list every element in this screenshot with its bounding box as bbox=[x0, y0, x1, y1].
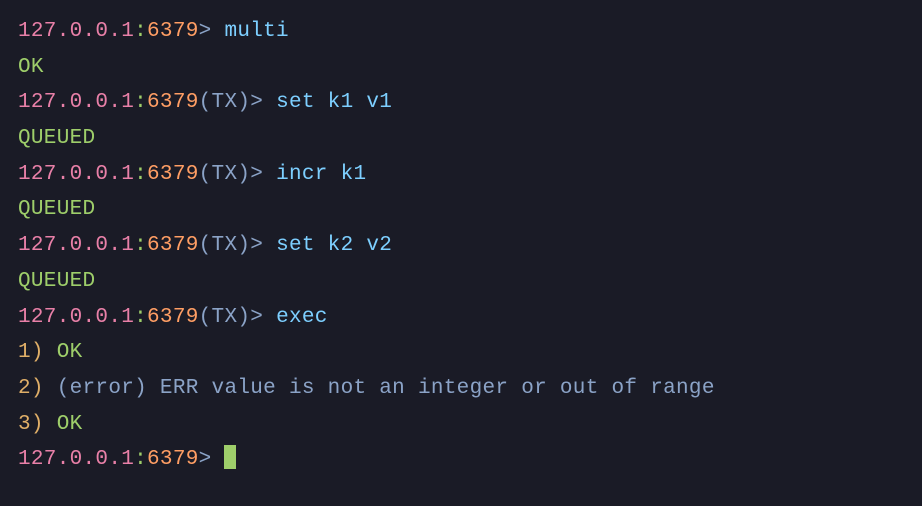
prompt-colon: : bbox=[134, 163, 147, 186]
command-set-k2: set k2 v2 bbox=[276, 234, 392, 257]
result-index-3: 3) bbox=[18, 413, 44, 436]
cursor-block-icon[interactable] bbox=[224, 445, 236, 469]
prompt-host: 127.0.0.1 bbox=[18, 20, 134, 43]
prompt-port: 6379 bbox=[147, 163, 199, 186]
prompt-port: 6379 bbox=[147, 234, 199, 257]
terminal-line-9: 127.0.0.1:6379(TX)> exec bbox=[18, 300, 904, 336]
response-queued: QUEUED bbox=[18, 198, 95, 221]
prompt-host: 127.0.0.1 bbox=[18, 306, 134, 329]
prompt-colon: : bbox=[134, 234, 147, 257]
terminal-line-10: 1) OK bbox=[18, 335, 904, 371]
prompt-gt: > bbox=[199, 448, 212, 471]
response-queued: QUEUED bbox=[18, 127, 95, 150]
prompt-colon: : bbox=[134, 91, 147, 114]
result-value-3: OK bbox=[57, 413, 83, 436]
prompt-tx: (TX) bbox=[199, 163, 251, 186]
prompt-tx: (TX) bbox=[199, 234, 251, 257]
prompt-port: 6379 bbox=[147, 20, 199, 43]
prompt-colon: : bbox=[134, 306, 147, 329]
result-index-2: 2) bbox=[18, 377, 44, 400]
terminal-line-11: 2) (error) ERR value is not an integer o… bbox=[18, 371, 904, 407]
prompt-gt: > bbox=[250, 306, 263, 329]
prompt-port: 6379 bbox=[147, 91, 199, 114]
response-queued: QUEUED bbox=[18, 270, 95, 293]
command-set-k1: set k1 v1 bbox=[276, 91, 392, 114]
prompt-gt: > bbox=[250, 163, 263, 186]
prompt-host: 127.0.0.1 bbox=[18, 448, 134, 471]
terminal-line-3: 127.0.0.1:6379(TX)> set k1 v1 bbox=[18, 85, 904, 121]
terminal-line-12: 3) OK bbox=[18, 407, 904, 443]
result-index-1: 1) bbox=[18, 341, 44, 364]
result-value-2-error: (error) ERR value is not an integer or o… bbox=[57, 377, 715, 400]
prompt-host: 127.0.0.1 bbox=[18, 234, 134, 257]
prompt-tx: (TX) bbox=[199, 91, 251, 114]
prompt-gt: > bbox=[250, 91, 263, 114]
command-incr-k1: incr k1 bbox=[276, 163, 366, 186]
terminal-line-2: OK bbox=[18, 50, 904, 86]
terminal-line-13[interactable]: 127.0.0.1:6379> bbox=[18, 442, 904, 478]
command-exec: exec bbox=[276, 306, 328, 329]
command-multi: multi bbox=[224, 20, 289, 43]
terminal-line-5: 127.0.0.1:6379(TX)> incr k1 bbox=[18, 157, 904, 193]
terminal-line-8: QUEUED bbox=[18, 264, 904, 300]
prompt-host: 127.0.0.1 bbox=[18, 163, 134, 186]
response-ok: OK bbox=[18, 56, 44, 79]
prompt-colon: : bbox=[134, 20, 147, 43]
prompt-port: 6379 bbox=[147, 306, 199, 329]
prompt-gt: > bbox=[199, 20, 212, 43]
terminal-line-4: QUEUED bbox=[18, 121, 904, 157]
terminal-line-6: QUEUED bbox=[18, 192, 904, 228]
prompt-colon: : bbox=[134, 448, 147, 471]
prompt-gt: > bbox=[250, 234, 263, 257]
terminal-line-7: 127.0.0.1:6379(TX)> set k2 v2 bbox=[18, 228, 904, 264]
prompt-host: 127.0.0.1 bbox=[18, 91, 134, 114]
result-value-1: OK bbox=[57, 341, 83, 364]
prompt-port: 6379 bbox=[147, 448, 199, 471]
prompt-tx: (TX) bbox=[199, 306, 251, 329]
terminal-line-1: 127.0.0.1:6379> multi bbox=[18, 14, 904, 50]
